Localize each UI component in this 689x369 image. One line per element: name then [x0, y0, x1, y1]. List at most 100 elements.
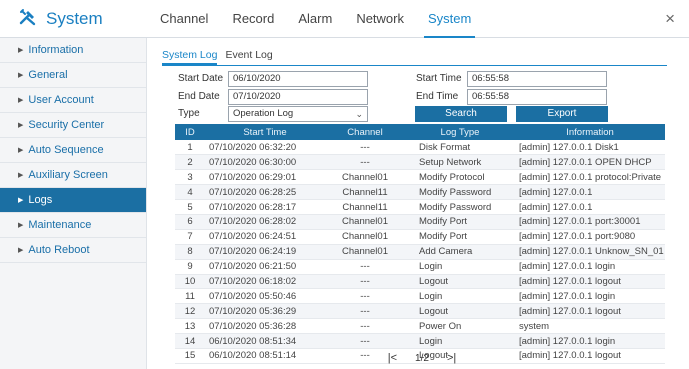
log-table: ID Start Time Channel Log Type Information 1…	[175, 124, 665, 364]
sidebar: ▶ Information ▶ General ▶ User Account ▶ Securi…	[0, 38, 147, 369]
top-bar: System Channel Record Alarm Network System ×	[0, 0, 689, 38]
table-row[interactable]: 14 06/10/2020 08:51:34 --- Login [admin] 127…	[175, 333, 665, 349]
cell-information: [admin] 127.0.0.1	[515, 184, 665, 201]
sidebar-item-label: Maintenance	[28, 219, 92, 231]
table-row[interactable]: 10 07/10/2020 06:18:02 --- Logout [admin] 12…	[175, 274, 665, 290]
column-header-log-type[interactable]: Log Type	[405, 124, 515, 140]
sidebar-item-label: Logs	[28, 194, 53, 206]
sidebar-item-logs[interactable]: ▶ Logs	[0, 188, 146, 213]
cell-start-time: 07/10/2020 05:50:46	[205, 288, 325, 305]
triangle-right-icon: ▶	[18, 222, 24, 229]
tab-record[interactable]: Record	[232, 0, 274, 38]
first-page-button[interactable]: |<	[388, 352, 397, 364]
sidebar-item-label: Information	[28, 44, 84, 56]
cell-start-time: 07/10/2020 06:24:51	[205, 229, 325, 245]
cell-information: [admin] 127.0.0.1 OPEN DHCP	[515, 154, 665, 171]
tab-network[interactable]: Network	[356, 0, 404, 38]
sidebar-item-label: General	[28, 69, 68, 81]
cell-information: [admin] 127.0.0.1 login	[515, 288, 665, 305]
sidebar-item-auto-reboot[interactable]: ▶ Auto Reboot	[0, 238, 146, 263]
cell-id: 13	[175, 318, 205, 335]
type-select-value: Operation Log	[233, 108, 294, 119]
cell-id: 7	[175, 229, 205, 245]
tab-system[interactable]: System	[423, 0, 476, 38]
wrench-hammer-icon	[18, 7, 38, 32]
tab-alarm[interactable]: Alarm	[298, 0, 332, 38]
column-header-start-time[interactable]: Start Time	[205, 124, 325, 140]
column-header-information[interactable]: Information	[515, 124, 665, 140]
cell-channel: ---	[325, 140, 405, 156]
cell-information: [admin] 127.0.0.1 login	[515, 259, 665, 275]
sidebar-item-label: Security Center	[28, 119, 105, 131]
type-select[interactable]: Operation Log ⌄	[228, 106, 368, 122]
chevron-down-icon: ⌄	[355, 109, 363, 119]
sidebar-item-auxiliary-screen[interactable]: ▶ Auxiliary Screen	[0, 163, 146, 188]
table-row[interactable]: 9 07/10/2020 06:21:50 --- Login [admin] 127.…	[175, 259, 665, 275]
cell-log-type: Logout	[405, 303, 515, 320]
sidebar-item-information[interactable]: ▶ Information	[0, 38, 146, 63]
table-row[interactable]: 12 07/10/2020 05:36:29 --- Logout [admin] 12…	[175, 303, 665, 320]
sidebar-item-security-center[interactable]: ▶ Security Center	[0, 113, 146, 138]
start-date-field[interactable]: 06/10/2020	[228, 71, 368, 87]
cell-start-time: 07/10/2020 06:24:19	[205, 244, 325, 260]
table-row[interactable]: 8 07/10/2020 06:24:19 Channel01 Add Camera[…	[175, 244, 665, 260]
cell-log-type: Disk Format	[405, 140, 515, 156]
table-row[interactable]: 3 07/10/2020 06:29:01 Channel01 Modify Prot…	[175, 169, 665, 186]
end-date-field[interactable]: 07/10/2020	[228, 89, 368, 105]
cell-channel: ---	[325, 318, 405, 335]
cell-log-type: Modify Protocol	[405, 169, 515, 186]
table-row[interactable]: 6 07/10/2020 06:28:02 Channel01 Modify Port…	[175, 214, 665, 230]
cell-channel: ---	[325, 259, 405, 275]
sidebar-item-auto-sequence[interactable]: ▶ Auto Sequence	[0, 138, 146, 163]
cell-channel: Channel01	[325, 229, 405, 245]
cell-id: 12	[175, 303, 205, 320]
cell-id: 14	[175, 333, 205, 349]
sidebar-item-label: Auxiliary Screen	[28, 169, 108, 181]
type-label: Type	[178, 108, 200, 119]
cell-id: 4	[175, 184, 205, 201]
table-row[interactable]: 4 07/10/2020 06:28:25 Channel11 Modify Pass…	[175, 184, 665, 201]
start-time-field[interactable]: 06:55:58	[467, 71, 607, 87]
cell-channel: ---	[325, 333, 405, 349]
close-icon[interactable]: ×	[665, 9, 675, 29]
table-row[interactable]: 11 07/10/2020 05:50:46 --- Login [admin] 127…	[175, 288, 665, 305]
cell-id: 8	[175, 244, 205, 260]
cell-log-type: Add Camera	[405, 244, 515, 260]
column-header-channel[interactable]: Channel	[325, 124, 405, 140]
triangle-right-icon: ▶	[18, 122, 24, 129]
cell-id: 3	[175, 169, 205, 186]
cell-information: [admin] 127.0.0.1 protocol:Private	[515, 169, 665, 186]
table-row[interactable]: 7 07/10/2020 06:24:51 Channel01 Modify Port…	[175, 229, 665, 245]
sidebar-item-maintenance[interactable]: ▶ Maintenance	[0, 213, 146, 238]
cell-channel: ---	[325, 303, 405, 320]
tab-channel[interactable]: Channel	[160, 0, 208, 38]
table-header-row: ID Start Time Channel Log Type Information	[175, 124, 665, 140]
cell-log-type: Power On	[405, 318, 515, 335]
end-time-field[interactable]: 06:55:58	[467, 89, 607, 105]
cell-start-time: 07/10/2020 06:28:25	[205, 184, 325, 201]
last-page-button[interactable]: >|	[447, 352, 456, 364]
cell-start-time: 07/10/2020 06:21:50	[205, 259, 325, 275]
top-nav: Channel Record Alarm Network System	[160, 0, 495, 38]
sidebar-item-user-account[interactable]: ▶ User Account	[0, 88, 146, 113]
table-row[interactable]: 5 07/10/2020 06:28:17 Channel11 Modify Pass…	[175, 199, 665, 215]
sidebar-item-general[interactable]: ▶ General	[0, 63, 146, 88]
table-row[interactable]: 13 07/10/2020 05:36:28 --- Power On system	[175, 318, 665, 335]
table-row[interactable]: 1 07/10/2020 06:32:20 --- Disk Format [admin…	[175, 140, 665, 156]
sidebar-item-label: User Account	[28, 94, 94, 106]
log-subtabs: System Log Event Log	[162, 46, 667, 66]
cell-start-time: 07/10/2020 06:28:17	[205, 199, 325, 215]
triangle-right-icon: ▶	[18, 172, 24, 179]
sidebar-item-label: Auto Reboot	[28, 244, 90, 256]
column-header-id[interactable]: ID	[175, 124, 205, 140]
subtab-event-log[interactable]: Event Log	[225, 46, 272, 65]
triangle-right-icon: ▶	[18, 197, 24, 204]
cell-log-type: Login	[405, 288, 515, 305]
triangle-right-icon: ▶	[18, 47, 24, 54]
table-row[interactable]: 2 07/10/2020 06:30:00 --- Setup Network [adm…	[175, 154, 665, 171]
cell-id: 11	[175, 288, 205, 305]
subtab-system-log[interactable]: System Log	[162, 46, 218, 65]
cell-log-type: Login	[405, 333, 515, 349]
search-button[interactable]: Search	[415, 106, 507, 122]
export-button[interactable]: Export	[516, 106, 608, 122]
